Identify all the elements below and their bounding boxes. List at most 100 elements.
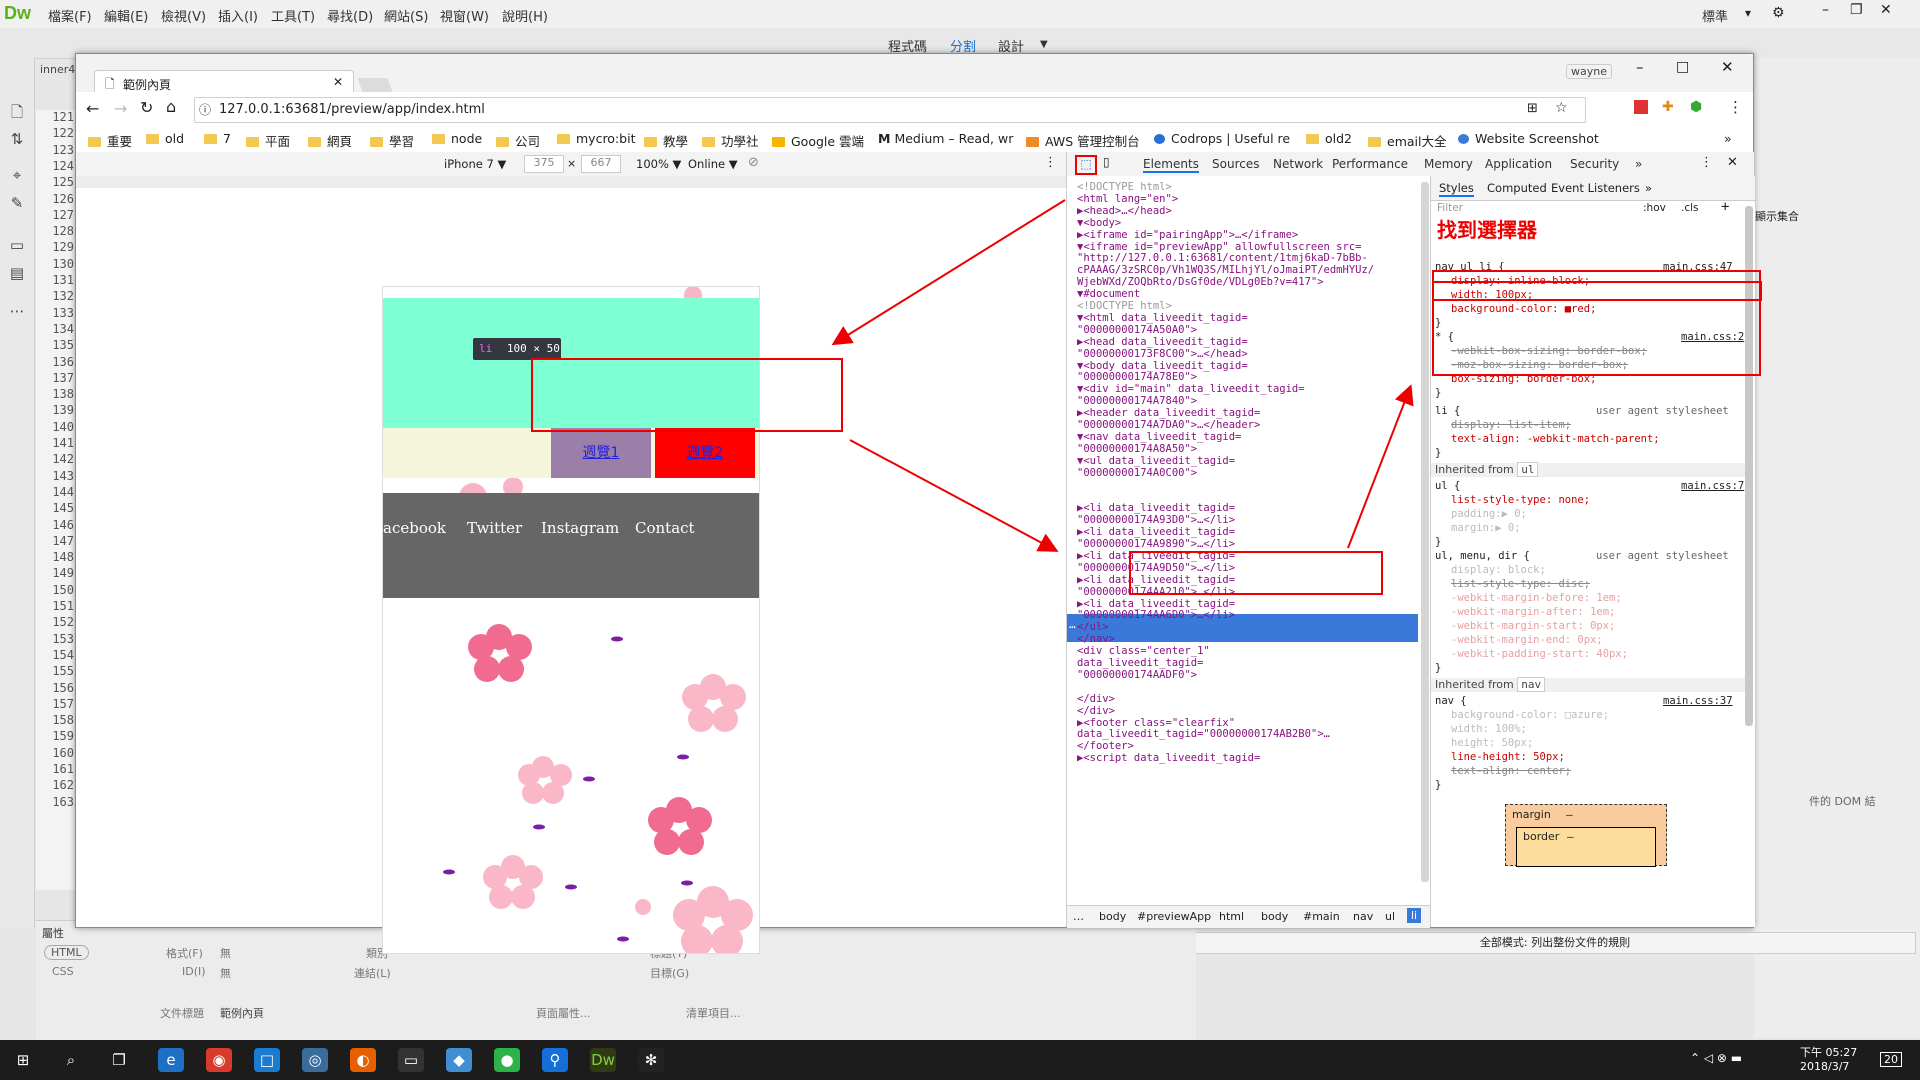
css-declaration[interactable]: line-height: 50px; — [1451, 750, 1565, 764]
bookmark-folder[interactable]: 教學 — [644, 131, 688, 150]
device-select[interactable]: iPhone 7 ▼ — [444, 157, 506, 171]
profile-name[interactable]: wayne — [1566, 64, 1612, 79]
translate-icon[interactable]: ⊞ — [1527, 101, 1538, 116]
breadcrumb-item[interactable]: #previewApp — [1137, 910, 1211, 923]
menu-site[interactable]: 網站(S) — [384, 6, 428, 25]
bookmark-folder[interactable]: 平面 — [246, 131, 290, 150]
tab-computed[interactable]: Computed — [1487, 181, 1547, 195]
windows-start-icon[interactable]: ⊞ — [10, 1048, 36, 1072]
app-icon[interactable]: ✻ — [638, 1048, 664, 1072]
css-declaration[interactable]: margin:▶ 0; — [1451, 521, 1521, 535]
zoom-select[interactable]: 100% ▼ — [636, 157, 681, 171]
doc-title-field[interactable]: 範例內頁 — [220, 1005, 264, 1021]
extension-icon[interactable]: ⬢ — [1690, 99, 1702, 115]
menu-file[interactable]: 檔案(F) — [48, 6, 92, 25]
css-mode-button[interactable]: CSS — [52, 965, 74, 978]
dom-node-line[interactable]: ▶<script data_liveedit_tagid= — [1077, 751, 1260, 765]
css-declaration[interactable]: text-align: -webkit-match-parent; — [1451, 432, 1660, 446]
rule-selector[interactable]: li { — [1435, 404, 1460, 418]
bookmark-folder[interactable]: 重要 — [88, 131, 132, 150]
clock-time[interactable]: 下午 05:27 — [1800, 1044, 1857, 1060]
styles-filter-input[interactable]: Filter — [1437, 202, 1463, 214]
social-link-instagram[interactable]: Instagram — [541, 519, 619, 537]
menu-help[interactable]: 說明(H) — [502, 6, 548, 25]
tab-application[interactable]: Application — [1485, 157, 1552, 171]
format-select[interactable]: 無 — [220, 945, 231, 961]
bookmarks-overflow-icon[interactable]: » — [1724, 131, 1732, 146]
css-declaration[interactable]: padding:▶ 0; — [1451, 507, 1527, 521]
tab-security[interactable]: Security — [1570, 157, 1619, 171]
network-select[interactable]: Online ▼ — [688, 157, 738, 171]
breadcrumb-item[interactable]: body — [1099, 910, 1126, 923]
bookmark-folder[interactable]: 7 — [204, 131, 231, 146]
device-toggle-icon[interactable]: ▯ — [1103, 155, 1110, 169]
css-declaration[interactable]: -webkit-padding-start: 40px; — [1451, 647, 1628, 661]
star-icon[interactable]: ☆ — [1555, 100, 1568, 116]
close-icon[interactable]: ✕ — [1880, 2, 1892, 18]
css-declaration[interactable]: text-align: center; — [1451, 764, 1571, 778]
tab-network[interactable]: Network — [1273, 157, 1323, 171]
hov-toggle[interactable]: :hov — [1643, 202, 1666, 214]
social-link-contact[interactable]: Contact — [635, 519, 695, 537]
breadcrumb-item-active[interactable]: li — [1407, 908, 1422, 923]
css-declaration[interactable]: -webkit-margin-after: 1em; — [1451, 605, 1615, 619]
bookmark-aws[interactable]: AWS 管理控制台 — [1026, 131, 1140, 150]
workspace-switcher[interactable]: 標準 — [1702, 6, 1728, 25]
reload-icon[interactable]: ↻ — [140, 98, 153, 117]
breadcrumb-item[interactable]: #main — [1303, 910, 1340, 923]
css-declaration[interactable]: display: list-item; — [1451, 418, 1571, 432]
bookmark-folder[interactable]: 學習 — [370, 131, 414, 150]
tab-memory[interactable]: Memory — [1424, 157, 1473, 171]
close-icon[interactable]: ✕ — [333, 75, 343, 89]
breadcrumb-item[interactable]: ul — [1385, 910, 1395, 923]
inspect-element-icon[interactable]: ⬚ — [1075, 155, 1097, 175]
tab-event-listeners[interactable]: Event Listeners — [1551, 181, 1640, 195]
pointer-icon[interactable]: ⌖ — [7, 166, 27, 186]
restore-icon[interactable]: ❐ — [1850, 2, 1863, 18]
rule-source-link[interactable]: main.css:7 — [1681, 479, 1744, 493]
css-declaration[interactable]: -webkit-margin-end: 0px; — [1451, 633, 1603, 647]
breadcrumb-item[interactable]: nav — [1353, 910, 1373, 923]
bookmark-medium[interactable]: M Medium – Read, wr — [878, 131, 1013, 146]
maximize-icon[interactable]: □ — [1676, 59, 1689, 75]
chevron-down-icon[interactable]: ▾ — [1745, 6, 1751, 20]
html-mode-button[interactable]: HTML — [44, 945, 89, 960]
minimize-icon[interactable]: – — [1822, 2, 1829, 18]
info-icon[interactable]: ⓘ — [199, 101, 211, 118]
chevron-down-icon[interactable]: ▼ — [1040, 39, 1048, 50]
snippet-icon[interactable]: ▤ — [7, 264, 27, 284]
clock-date[interactable]: 2018/3/7 — [1800, 1060, 1849, 1073]
comment-icon[interactable]: ▭ — [7, 236, 27, 256]
chrome-icon[interactable]: ◉ — [206, 1048, 232, 1072]
edge-icon[interactable]: e — [158, 1048, 184, 1072]
bookmark-folder[interactable]: 網頁 — [308, 131, 352, 150]
task-view-icon[interactable]: ❐ — [106, 1048, 132, 1072]
close-icon[interactable]: ✕ — [1721, 58, 1734, 76]
app-icon[interactable]: ◆ — [446, 1048, 472, 1072]
menu-window[interactable]: 視窗(W) — [440, 6, 489, 25]
firefox-icon[interactable]: ◐ — [350, 1048, 376, 1072]
dom-node-line[interactable]: "00000000174AADF0"> — [1077, 668, 1197, 682]
close-icon[interactable]: ✕ — [1727, 155, 1738, 170]
new-tab-button[interactable] — [357, 78, 393, 92]
social-link-facebook[interactable]: acebook — [383, 519, 446, 537]
maps-icon[interactable]: ⚲ — [542, 1048, 568, 1072]
menu-find[interactable]: 尋找(D) — [327, 6, 373, 25]
home-icon[interactable]: ⌂ — [166, 97, 176, 116]
doc-tab[interactable]: inner4 — [40, 63, 75, 76]
wand-icon[interactable]: ✎ — [7, 194, 27, 214]
app-icon[interactable]: □ — [254, 1048, 280, 1072]
bookmark-folder[interactable]: email大全 — [1368, 131, 1446, 150]
menu-view[interactable]: 檢視(V) — [161, 6, 206, 25]
tab-performance[interactable]: Performance — [1332, 157, 1408, 171]
elements-scrollbar[interactable] — [1421, 182, 1429, 882]
bookmark-folder[interactable]: old2 — [1306, 131, 1352, 146]
sort-icon[interactable]: ⇅ — [7, 130, 27, 150]
nav-item-2[interactable]: 週覽2 — [655, 428, 755, 478]
css-declaration[interactable]: display: block; — [1451, 563, 1546, 577]
bookmark-folder[interactable]: 功學社 — [702, 131, 759, 150]
file-icon[interactable]: 🗋 — [7, 102, 27, 122]
add-rule-icon[interactable]: + — [1721, 199, 1729, 215]
search-icon[interactable]: ⌕ — [58, 1048, 84, 1072]
rule-selector[interactable]: ul, menu, dir { — [1435, 549, 1530, 563]
